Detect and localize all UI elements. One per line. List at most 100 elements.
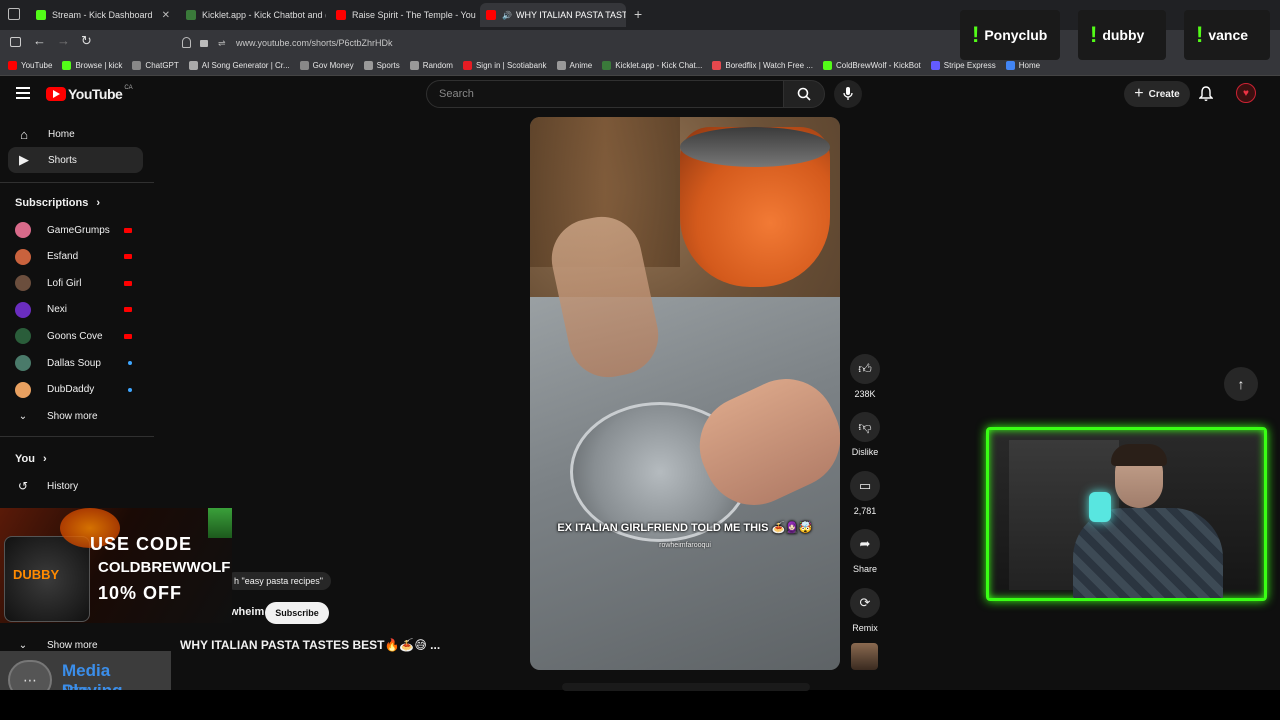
tab-raise-spirit[interactable]: Raise Spirit - The Temple - YouT ✕ xyxy=(330,3,476,27)
subscription-name: GameGrumps xyxy=(47,224,110,236)
webcam-overlay xyxy=(986,427,1267,601)
sidebar-item-shorts[interactable]: ▶ Shorts xyxy=(8,147,143,173)
voice-search-button[interactable] xyxy=(834,80,862,108)
subscription-item[interactable]: Nexi xyxy=(15,300,140,320)
tab-kicklet[interactable]: Kicklet.app - Kick Chatbot and ( ✕ xyxy=(180,3,326,27)
bookmark-item[interactable]: Anime xyxy=(556,61,593,70)
bookmark-item[interactable]: Home xyxy=(1005,61,1040,70)
url-field[interactable]: ⇌ www.youtube.com/shorts/P6ctbZhrHDk xyxy=(178,33,948,53)
sidebar-item-label: Home xyxy=(48,128,75,140)
promo-brand: DUBBY xyxy=(13,567,60,582)
channel-avatar xyxy=(15,328,31,345)
show-more-label: Show more xyxy=(47,639,98,651)
chat-tag-dubby: ! dubby xyxy=(1078,10,1166,60)
tab-italian-pasta[interactable]: 🔊 WHY ITALIAN PASTA TASTES ✕ xyxy=(480,3,626,27)
youtube-favicon-icon xyxy=(486,10,496,20)
show-more-button[interactable]: ⌄ Show more xyxy=(15,406,140,426)
sidebar-item-history[interactable]: ↺ History xyxy=(15,476,140,496)
bookmark-item[interactable]: ChatGPT xyxy=(132,61,179,70)
scroll-indicator xyxy=(562,683,810,691)
video-caption-credit: rowheimfarooqui xyxy=(659,542,711,549)
audio-playing-icon[interactable]: 🔊 xyxy=(502,11,512,20)
promo-banner: DUBBY USE CODE COLDBREWWOLF 10% OFF xyxy=(0,508,232,623)
search-chip[interactable]: h "easy pasta recipes" xyxy=(226,572,331,590)
share-button[interactable]: ➦ Share xyxy=(848,529,882,574)
bookmark-item[interactable]: Random xyxy=(409,61,453,70)
sidebar-toggle-icon[interactable] xyxy=(10,37,21,47)
tab-kick-dashboard[interactable]: Stream - Kick Dashboard ✕ xyxy=(30,3,176,27)
search-button[interactable] xyxy=(783,80,825,108)
subscription-name: Esfand xyxy=(47,251,79,263)
bookmark-label: YouTube xyxy=(21,61,53,70)
channel-name[interactable]: wheim xyxy=(230,606,264,618)
shorts-icon: ▶ xyxy=(19,152,29,167)
search-input[interactable]: Search xyxy=(426,80,784,108)
plus-icon: + xyxy=(1134,85,1144,102)
lock-icon[interactable] xyxy=(200,40,208,47)
page-settings-icon[interactable]: ⇌ xyxy=(218,38,226,49)
bookmark-label: AI Song Generator | Cr... xyxy=(201,61,290,70)
divider xyxy=(0,182,154,183)
bookmark-item[interactable]: AI Song Generator | Cr... xyxy=(188,61,290,70)
tab-actions-icon[interactable] xyxy=(8,8,20,20)
you-header[interactable]: You › xyxy=(15,453,47,465)
subscription-item[interactable]: Goons Cove xyxy=(15,326,140,346)
promo-line-1: USE CODE xyxy=(90,534,193,554)
bottom-strip xyxy=(0,690,1280,720)
previous-short-button[interactable]: ↑ xyxy=(1224,367,1258,401)
video-caption: EX ITALIAN GIRLFRIEND TOLD ME THIS 🍝🧕🏻🤯 xyxy=(557,522,813,534)
tab-close-icon[interactable]: ✕ xyxy=(156,10,170,21)
history-icon: ↺ xyxy=(17,479,29,493)
comments-button[interactable]: ▭ 2,781 xyxy=(848,471,882,516)
short-title[interactable]: WHY ITALIAN PASTA TASTES BEST🔥🍝😅 ... xyxy=(180,638,440,652)
tab-title: Raise Spirit - The Temple - YouT xyxy=(352,10,476,20)
sound-thumbnail[interactable] xyxy=(851,643,878,670)
webcam-microphone-light xyxy=(1089,492,1111,522)
chat-tag-label: dubby xyxy=(1102,27,1145,43)
youtube-logo[interactable]: YouTube CA xyxy=(46,85,133,102)
shield-icon[interactable] xyxy=(182,37,191,48)
like-button[interactable]: 👍︎ 238K xyxy=(848,354,882,399)
subscription-item[interactable]: Lofi Girl xyxy=(15,273,140,293)
like-count: 238K xyxy=(854,389,876,399)
avatar[interactable]: ♥ xyxy=(1236,83,1256,103)
create-button[interactable]: + Create xyxy=(1124,81,1190,107)
bookmark-item[interactable]: Gov Money xyxy=(299,61,354,70)
bookmark-item[interactable]: Browse | kick xyxy=(62,61,122,70)
bookmark-item[interactable]: ColdBrewWolf - KickBot xyxy=(822,61,921,70)
menu-icon[interactable] xyxy=(16,87,30,99)
reload-icon[interactable]: ↻ xyxy=(81,33,92,49)
kick-favicon-icon xyxy=(36,10,46,20)
sidebar-item-home[interactable]: ⌂ Home xyxy=(8,121,143,147)
chevron-down-icon: ⌄ xyxy=(18,639,28,651)
bookmark-favicon-icon xyxy=(462,61,472,70)
bookmark-label: Random xyxy=(422,61,453,70)
bookmark-label: Anime xyxy=(569,61,593,70)
subscribe-button[interactable]: Subscribe xyxy=(265,602,329,624)
subscriptions-header[interactable]: Subscriptions › xyxy=(15,197,100,209)
chat-tag-label: Ponyclub xyxy=(984,27,1048,43)
remix-button[interactable]: ⟳ Remix xyxy=(848,588,882,633)
subscription-item[interactable]: Dallas Soup xyxy=(15,353,140,373)
subscription-item[interactable]: DubDaddy xyxy=(15,380,140,400)
forward-icon[interactable]: → xyxy=(57,33,70,48)
bookmark-item[interactable]: Boredflix | Watch Free ... xyxy=(712,61,813,70)
channel-avatar xyxy=(15,248,31,265)
short-video-player[interactable]: EX ITALIAN GIRLFRIEND TOLD ME THIS 🍝🧕🏻🤯 … xyxy=(530,117,840,670)
bookmark-item[interactable]: Stripe Express xyxy=(930,61,996,70)
dislike-button[interactable]: 👎︎ Dislike xyxy=(848,412,882,457)
bookmark-item[interactable]: Kicklet.app - Kick Chat... xyxy=(602,61,702,70)
bookmark-favicon-icon xyxy=(188,61,198,70)
bookmark-item[interactable]: YouTube xyxy=(8,61,52,70)
dislike-label: Dislike xyxy=(851,447,879,457)
bookmark-item[interactable]: Sign in | Scotiabank xyxy=(462,61,547,70)
back-icon[interactable]: ← xyxy=(33,33,46,48)
comment-icon: ▭ xyxy=(850,471,880,501)
notifications-button[interactable] xyxy=(1198,86,1214,107)
subscription-item[interactable]: Esfand xyxy=(15,247,140,267)
subscription-item[interactable]: GameGrumps xyxy=(15,220,140,240)
bookmark-item[interactable]: Sports xyxy=(363,61,400,70)
bookmark-label: Stripe Express xyxy=(943,61,996,70)
bookmark-favicon-icon xyxy=(602,61,612,70)
new-tab-icon[interactable]: + xyxy=(634,6,642,22)
